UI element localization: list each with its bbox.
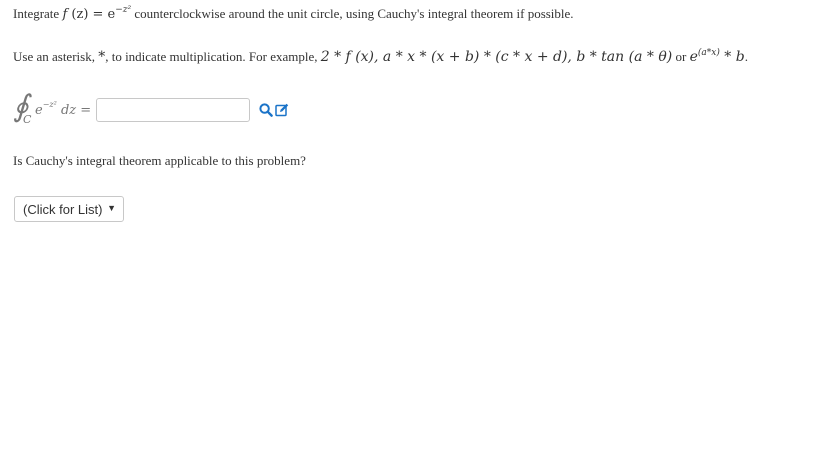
instructions: Use an asterisk, *, to indicate multipli… — [13, 48, 748, 66]
problem-lead: Integrate — [13, 6, 63, 21]
problem-statement: Integrate f (z) = e−z² counterclockwise … — [13, 5, 574, 23]
instructions-example-2-base: e — [689, 49, 698, 65]
instructions-example-2-tail: * b — [719, 49, 745, 65]
contour-label: C — [23, 113, 32, 126]
instructions-lead: Use an asterisk, — [13, 49, 99, 64]
integrand: e−z² dz = — [35, 99, 92, 118]
chevron-down-icon: ▼ — [107, 203, 116, 213]
integrand-differential: dz = — [56, 102, 92, 118]
applicability-dropdown[interactable]: (Click for List) ▼ — [14, 196, 124, 222]
integral-answer-row: ∮ C e−z² dz = — [13, 89, 289, 127]
instructions-period: . — [744, 49, 748, 64]
answer-input[interactable] — [96, 98, 251, 122]
answer-tools — [259, 103, 289, 117]
problem-func-arg: (z) = e — [67, 7, 116, 22]
problem-tail: counterclockwise around the unit circle,… — [131, 6, 574, 21]
magnifier-icon[interactable] — [259, 103, 273, 117]
instructions-example-1: 2 * f (x), a * x * (x + b) * (c * x + d)… — [320, 49, 673, 65]
problem-func-exponent: −z² — [115, 5, 132, 15]
contour-integral-symbol: ∮ C — [13, 89, 33, 127]
edit-pencil-icon[interactable] — [275, 103, 289, 117]
dropdown-selected-value: (Click for List) — [23, 201, 103, 217]
question-text: Is Cauchy's integral theorem applicable … — [13, 153, 306, 168]
integrand-exponent: −z² — [42, 99, 57, 109]
instructions-or: or — [672, 49, 690, 64]
instructions-example-2-exponent: (a*x) — [697, 48, 720, 58]
instructions-mid: , to indicate multiplication. For exampl… — [105, 49, 321, 64]
integrand-base: e — [35, 102, 43, 118]
